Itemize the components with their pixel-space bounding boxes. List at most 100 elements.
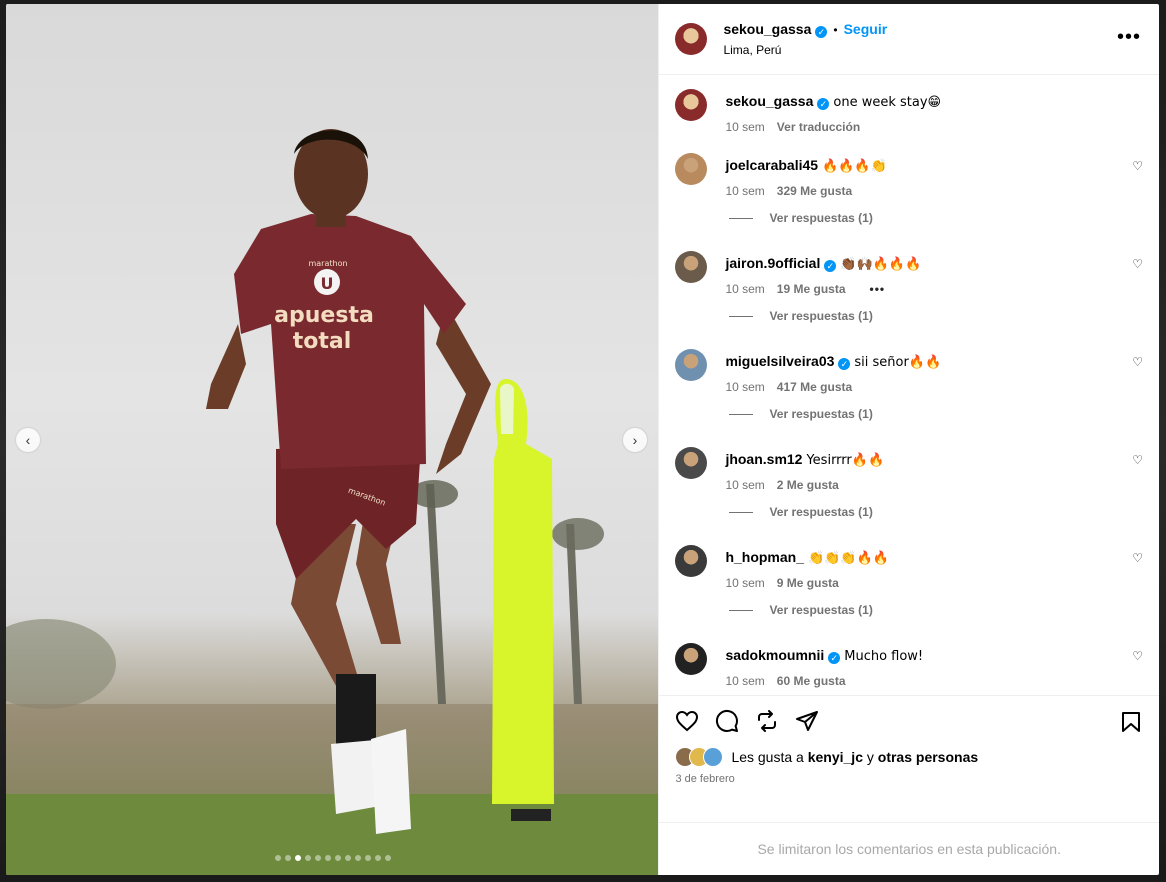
commenter-avatar[interactable] [675,251,708,283]
crest-letter: U [321,274,334,293]
comment-row: miguelsilveira03 ✓ sii señor🔥🔥 10 sem 417 Me… [675,335,1143,395]
comment-likes[interactable]: 329 Me gusta [777,184,852,198]
comment-likes[interactable]: 9 Me gusta [777,576,839,590]
post-location[interactable]: Lima, Perú [723,43,887,57]
comment-time[interactable]: 10 sem [725,674,764,688]
carousel-dot [335,855,341,861]
carousel-dot [325,855,331,861]
carousel-next-button[interactable]: › [623,428,647,452]
commenter-avatar[interactable] [675,349,708,381]
carousel-prev-button[interactable]: ‹ [16,428,40,452]
follow-button[interactable]: Seguir [844,21,888,37]
comment-item: jairon.9official ✓ 👏🏾🙌🏾🔥🔥🔥 10 sem 19 Me gust… [675,237,1143,335]
comment-item: jhoan.sm12 Yesirrrr🔥🔥 10 sem 2 Me gusta ♡ Ver… [675,433,1143,531]
likes-user[interactable]: kenyi_jc [808,749,863,765]
repost-icon[interactable] [755,709,779,733]
view-replies-button[interactable]: Ver respuestas (1) [675,591,1143,629]
view-replies-button[interactable]: Ver respuestas (1) [675,297,1143,335]
caption-username[interactable]: sekou_gassa [725,93,813,109]
comment-likes[interactable]: 60 Me gusta [777,674,846,688]
carousel-dot [355,855,361,861]
comment-username[interactable]: miguelsilveira03 [725,353,834,369]
translate-button[interactable]: Ver traducción [777,120,860,134]
likes-others[interactable]: otras personas [878,749,978,765]
comment-like-heart-icon[interactable]: ♡ [1132,551,1143,565]
carousel-dot [285,855,291,861]
post-caption: sekou_gassa ✓ one week stay😁 10 sem Ver tr… [675,75,1143,139]
carousel-dot [385,855,391,861]
liker-avatars[interactable] [675,747,724,767]
comment-like-heart-icon[interactable]: ♡ [1132,649,1143,663]
view-replies-label: Ver respuestas (1) [769,407,873,421]
comment-time[interactable]: 10 sem [725,184,764,198]
carousel-dot [315,855,321,861]
comment-time[interactable]: 10 sem [725,576,764,590]
comment-icon[interactable] [715,709,739,733]
comment-text: 🔥🔥🔥👏 [822,159,887,174]
view-replies-label: Ver respuestas (1) [769,309,873,323]
comment-item: miguelsilveira03 ✓ sii señor🔥🔥 10 sem 417 Me… [675,335,1143,433]
comment-time[interactable]: 10 sem [725,380,764,394]
comment-username[interactable]: sadokmoumnii [725,647,824,663]
comment-username[interactable]: joelcarabali45 [725,157,818,173]
comment-username[interactable]: h_hopman_ [725,549,804,565]
view-replies-button[interactable]: Ver respuestas (1) [675,199,1143,237]
verified-badge-icon: ✓ [824,260,837,272]
likes-prefix: Les gusta a [731,749,804,765]
comment-like-heart-icon[interactable]: ♡ [1132,257,1143,271]
comment-likes[interactable]: 19 Me gusta [777,282,846,296]
post-date[interactable]: 3 de febrero [675,773,1143,785]
post-media[interactable]: U marathon apuesta total marathon ‹ › [6,4,659,875]
comment-text: Mucho flow! [844,649,924,664]
chevron-right-icon: › [632,432,638,448]
comment-username[interactable]: jhoan.sm12 [725,451,802,467]
comment-row: jairon.9official ✓ 👏🏾🙌🏾🔥🔥🔥 10 sem 19 Me gust… [675,237,1143,297]
commenter-avatar[interactable] [675,447,708,479]
comment-like-heart-icon[interactable]: ♡ [1132,159,1143,173]
heart-icon[interactable] [675,709,699,733]
comment-time[interactable]: 10 sem [725,282,764,296]
comments-list[interactable]: sekou_gassa ✓ one week stay😁 10 sem Ver tr… [659,75,1159,695]
view-replies-label: Ver respuestas (1) [769,211,873,225]
replies-divider [729,315,754,317]
comment-username[interactable]: jairon.9official [725,255,820,271]
commenter-avatar[interactable] [675,545,708,577]
replies-divider [729,217,754,219]
comment-like-heart-icon[interactable]: ♡ [1132,453,1143,467]
comment-text: 👏🏾🙌🏾🔥🔥🔥 [840,257,922,272]
separator-dot: • [833,23,838,37]
share-icon[interactable] [795,709,819,733]
comment-row: jhoan.sm12 Yesirrrr🔥🔥 10 sem 2 Me gusta ♡ [675,433,1143,493]
comment-item: joelcarabali45 🔥🔥🔥👏 10 sem 329 Me gusta ♡ Ver… [675,139,1143,237]
jersey-sponsor-line2: total [293,329,352,354]
author-username[interactable]: sekou_gassa [723,21,811,37]
commenter-avatar[interactable] [675,643,708,675]
comment-likes[interactable]: 2 Me gusta [777,478,839,492]
likes-joiner: y [866,749,874,765]
comment-row: joelcarabali45 🔥🔥🔥👏 10 sem 329 Me gusta ♡ [675,139,1143,199]
commenter-avatar[interactable] [675,153,708,185]
post-header: sekou_gassa ✓ • Seguir Lima, Perú ••• [659,4,1159,75]
carousel-dot [345,855,351,861]
verified-badge-icon: ✓ [828,652,841,664]
view-replies-button[interactable]: Ver respuestas (1) [675,395,1143,433]
comment-like-heart-icon[interactable]: ♡ [1132,355,1143,369]
likes-summary: Les gusta a kenyi_jc y otras personas [675,747,1143,767]
comment-more-icon[interactable]: ••• [870,282,886,296]
comment-row: h_hopman_ 👏👏👏🔥🔥 10 sem 9 Me gusta ♡ [675,531,1143,591]
comment-row: sadokmoumnii ✓ Mucho flow! 10 sem 60 Me gust… [675,629,1143,689]
caption-time[interactable]: 10 sem [725,120,764,134]
author-avatar-small[interactable] [675,89,708,121]
view-replies-label: Ver respuestas (1) [769,505,873,519]
bookmark-icon[interactable] [1119,710,1143,734]
carousel-dot [295,855,301,861]
carousel-dot [275,855,281,861]
carousel-dot [375,855,381,861]
more-options-icon[interactable]: ••• [1117,27,1141,47]
comment-likes[interactable]: 417 Me gusta [777,380,852,394]
view-replies-button[interactable]: Ver respuestas (1) [675,493,1143,531]
comment-time[interactable]: 10 sem [725,478,764,492]
author-avatar[interactable] [675,23,708,55]
carousel-indicator [275,855,391,861]
post-side-panel: sekou_gassa ✓ • Seguir Lima, Perú ••• sekou… [658,4,1159,875]
